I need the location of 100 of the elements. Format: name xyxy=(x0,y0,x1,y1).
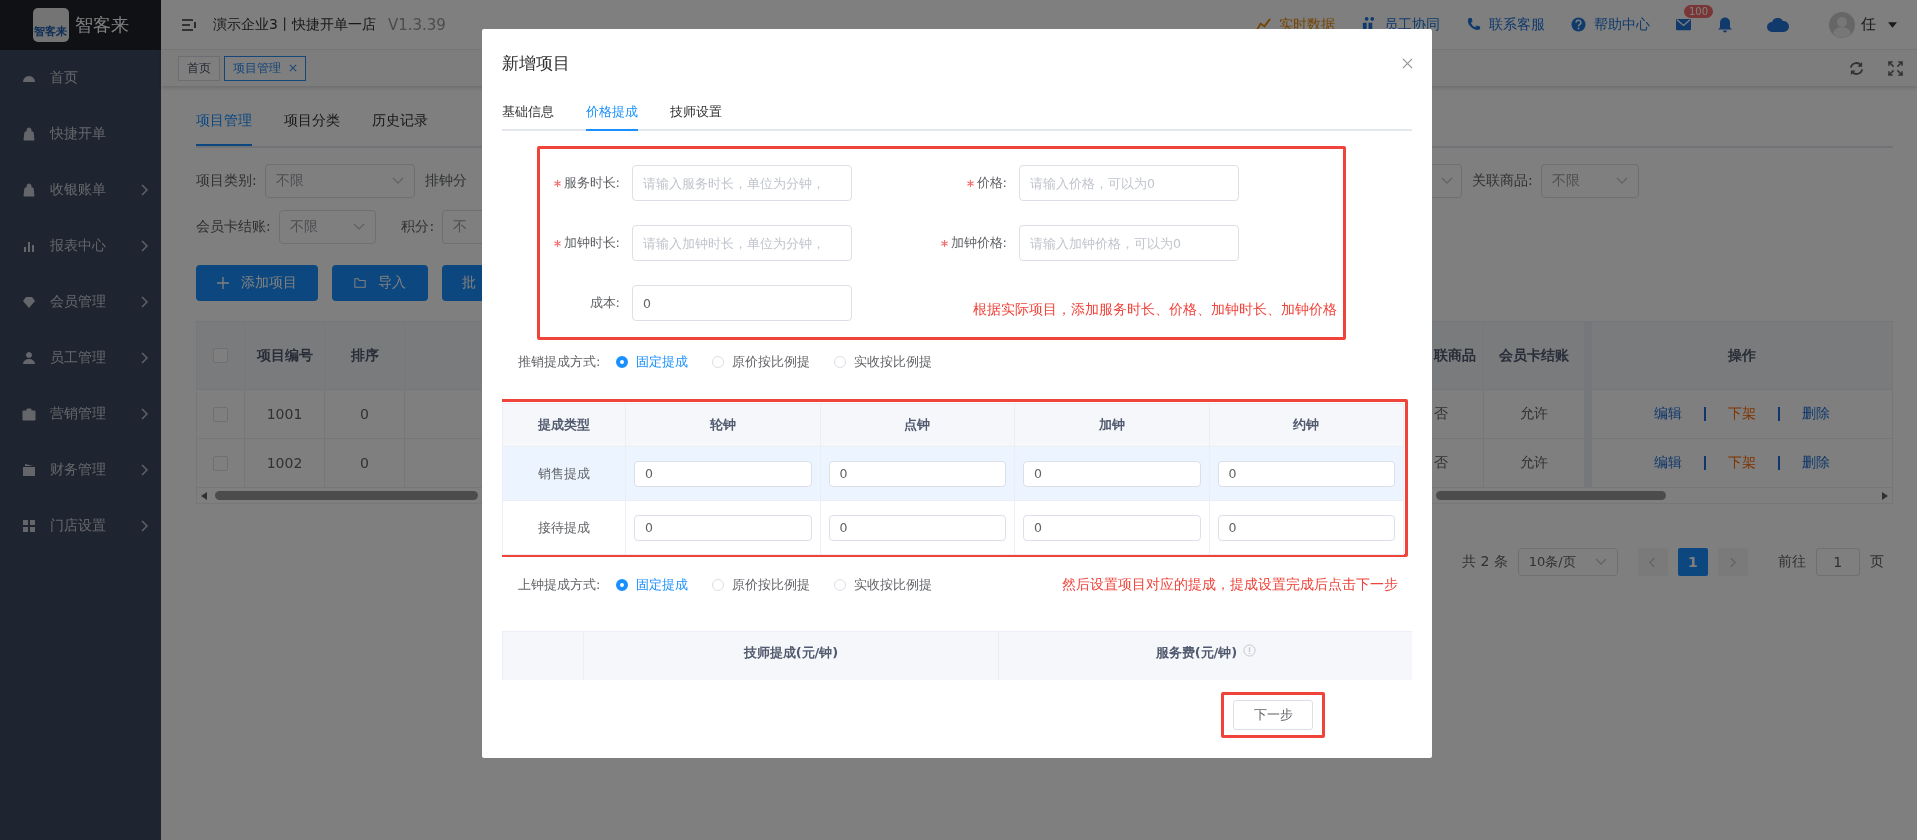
scroll-left-icon[interactable] xyxy=(201,491,207,500)
total-count: 共 2 条 xyxy=(1462,553,1508,571)
chevron-left-icon xyxy=(1649,556,1657,568)
mail-icon[interactable] xyxy=(1676,17,1691,32)
input-field[interactable]: 0 xyxy=(1023,514,1201,541)
dialog-tab[interactable]: 技师设置 xyxy=(670,93,722,129)
sidebar-item[interactable]: 收银账单 xyxy=(0,162,161,218)
row-action-link[interactable]: 删除 xyxy=(1802,405,1830,423)
close-icon[interactable] xyxy=(1402,57,1413,69)
page-unit: 页 xyxy=(1869,553,1884,571)
count-badge: 100 xyxy=(1684,5,1714,18)
radio-option[interactable]: 实收按比例提 xyxy=(834,576,933,594)
radio-option[interactable]: 原价按比例提 xyxy=(712,353,811,371)
trend-icon xyxy=(1256,17,1271,32)
scrollbar-thumb[interactable] xyxy=(215,491,478,500)
sidebar-item[interactable]: 报表中心 xyxy=(0,218,161,274)
input-field[interactable]: 0 xyxy=(828,460,1006,487)
column-header: 技师提成(元/钟) xyxy=(583,632,998,680)
filter-label: 积分: xyxy=(401,218,435,236)
row-action-link[interactable]: 删除 xyxy=(1802,454,1830,472)
header-link[interactable]: 帮助中心 xyxy=(1571,15,1650,34)
dialog-title: 新增项目 xyxy=(502,51,570,75)
action-button[interactable]: 添加项目 xyxy=(196,265,318,301)
input-field[interactable]: 0 xyxy=(1023,460,1201,487)
sidebar-item[interactable]: 门店设置 xyxy=(0,498,161,554)
row-action-link[interactable]: 编辑 xyxy=(1654,454,1682,472)
input-field[interactable]: 0 xyxy=(1217,514,1395,541)
form-label: 加钟时长: xyxy=(563,234,620,252)
input-field[interactable]: 0 xyxy=(1217,460,1395,487)
row-header: 接待提成 xyxy=(537,518,591,537)
header-link[interactable]: 联系客服 xyxy=(1466,15,1545,34)
radio-option[interactable]: 原价按比例提 xyxy=(712,576,811,594)
sidebar-item[interactable]: 快捷开单 xyxy=(0,106,161,162)
row-action-link[interactable]: 编辑 xyxy=(1654,405,1682,423)
menu-icon[interactable] xyxy=(181,17,197,32)
close-icon[interactable] xyxy=(289,64,297,72)
form-label: 加钟价格: xyxy=(950,234,1007,252)
logo-mark: 智客来 xyxy=(32,8,69,42)
row-header: 销售提成 xyxy=(537,464,591,483)
page-size-select[interactable]: 10条/页 xyxy=(1517,548,1618,576)
dialog-tab[interactable]: 价格提成 xyxy=(586,93,638,131)
bag-icon xyxy=(22,127,36,141)
table-cell: 0 xyxy=(325,439,405,487)
page-input[interactable]: 1 xyxy=(1815,548,1860,576)
person-icon xyxy=(22,351,36,365)
content-tab[interactable]: 项目管理 xyxy=(196,108,252,146)
content-tab[interactable]: 项目分类 xyxy=(284,108,340,142)
row-action-link[interactable]: 下架 xyxy=(1728,454,1756,472)
dialog-tab[interactable]: 基础信息 xyxy=(502,93,554,129)
input-field[interactable]: 请输入加钟价格，可以为0 xyxy=(1019,225,1239,261)
sidebar-item[interactable]: 会员管理 xyxy=(0,274,161,330)
table-cell: 允许 xyxy=(1484,390,1592,438)
form-label: 成本: xyxy=(589,294,620,312)
page-number[interactable]: 1 xyxy=(1677,548,1708,576)
goto-label: 前往 xyxy=(1777,553,1806,571)
action-button[interactable]: 批 xyxy=(442,265,482,301)
action-button[interactable]: 导入 xyxy=(332,265,428,301)
scrollbar-thumb[interactable] xyxy=(1436,491,1666,500)
page-tab[interactable]: 项目管理 xyxy=(224,55,306,81)
bar-chart-icon xyxy=(22,239,36,253)
avatar-icon xyxy=(1829,11,1855,38)
content-tab[interactable]: 历史记录 xyxy=(372,108,428,142)
form-label: 推销提成方式: xyxy=(518,353,601,371)
radio-option[interactable]: 固定提成 xyxy=(616,576,689,594)
radio-option[interactable]: 实收按比例提 xyxy=(834,353,933,371)
chevron-down-icon xyxy=(1615,177,1628,185)
radio-option[interactable]: 固定提成 xyxy=(616,353,689,371)
bell-icon[interactable] xyxy=(1717,16,1733,33)
row-action-link[interactable]: 下架 xyxy=(1728,405,1756,423)
sidebar-item[interactable]: 营销管理 xyxy=(0,386,161,442)
cloud-icon[interactable] xyxy=(1767,17,1789,32)
form-label: 价格: xyxy=(976,174,1007,192)
next-button[interactable]: 下一步 xyxy=(1233,700,1313,730)
input-field[interactable]: 0 xyxy=(632,285,852,321)
user-menu[interactable]: 任 xyxy=(1829,11,1897,38)
sidebar-item[interactable]: 首页 xyxy=(0,50,161,106)
filter-label: 关联商品: xyxy=(1472,172,1533,190)
input-field[interactable]: 0 xyxy=(828,514,1006,541)
input-field[interactable]: 0 xyxy=(634,514,812,541)
column-header: 会员卡结账 xyxy=(1484,322,1592,389)
chevron-right-icon xyxy=(1729,556,1737,568)
input-field[interactable]: 请输入加钟时长，单位为分钟， xyxy=(632,225,852,261)
refresh-icon[interactable] xyxy=(1849,60,1864,76)
page-tab[interactable]: 首页 xyxy=(178,55,220,81)
input-field[interactable]: 请输入服务时长，单位为分钟， xyxy=(632,165,852,201)
sidebar-item[interactable]: 财务管理 xyxy=(0,442,161,498)
company-title: 演示企业3丨快捷开单一店 xyxy=(213,15,376,34)
table-cell: 1002 xyxy=(245,439,325,487)
scroll-right-icon[interactable] xyxy=(1882,491,1888,500)
help-icon xyxy=(1571,17,1586,32)
chevron-down-icon[interactable] xyxy=(1441,177,1453,185)
phone-icon xyxy=(1466,17,1481,32)
grid-icon xyxy=(22,519,36,533)
annotation-text: 然后设置项目对应的提成，提成设置完成后点击下一步 xyxy=(1062,576,1398,594)
fullscreen-icon[interactable] xyxy=(1888,60,1903,76)
input-field[interactable]: 请输入价格，可以为0 xyxy=(1019,165,1239,201)
sidebar-item[interactable]: 员工管理 xyxy=(0,330,161,386)
column-header: 服务费(元/钟) xyxy=(998,632,1412,680)
column-header: 操作 xyxy=(1727,345,1757,365)
input-field[interactable]: 0 xyxy=(634,460,812,487)
